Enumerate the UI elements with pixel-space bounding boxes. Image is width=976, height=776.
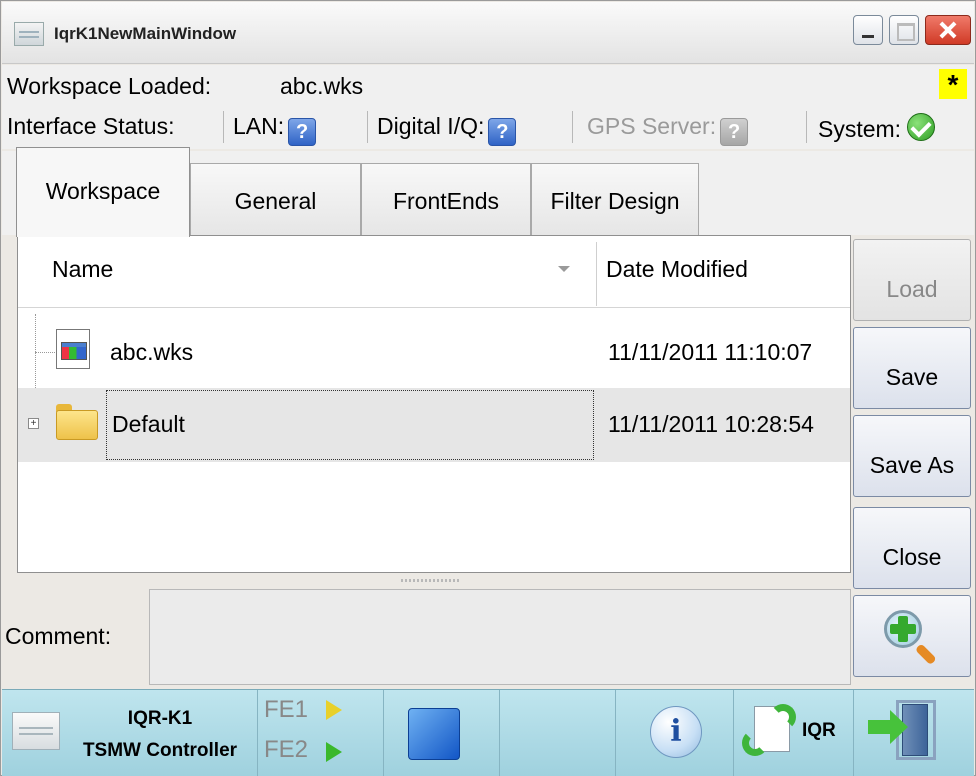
- tab-frontends[interactable]: FrontEnds: [361, 163, 531, 235]
- interface-status-row: Interface Status: LAN:? Digital I/Q:? GP…: [2, 105, 974, 149]
- minimize-button[interactable]: [853, 15, 883, 45]
- divider: [572, 111, 573, 143]
- system-status: System:: [818, 113, 936, 143]
- column-header-name[interactable]: Name: [52, 256, 113, 283]
- column-divider[interactable]: [596, 242, 597, 306]
- stop-button[interactable]: [384, 690, 500, 776]
- lan-unknown-icon: ?: [288, 118, 317, 146]
- list-header: Name Date Modified: [18, 236, 850, 308]
- info-button[interactable]: i: [616, 690, 734, 776]
- controller-title: IQR-K1: [127, 708, 193, 729]
- list-item-date: 11/11/2011 11:10:07: [608, 339, 813, 365]
- comment-field[interactable]: [149, 589, 851, 685]
- list-item-date: 11/11/2011 10:28:54: [608, 411, 814, 437]
- exit-button[interactable]: [854, 690, 974, 776]
- bottom-toolbar: IQR-K1 TSMW Controller FE1 FE2 i IQR: [2, 689, 974, 776]
- modified-marker: *: [939, 69, 967, 100]
- controller-button[interactable]: IQR-K1 TSMW Controller: [2, 690, 258, 776]
- digital-iq-unknown-icon: ?: [488, 118, 517, 146]
- fe2-play-icon: [326, 742, 342, 762]
- checkmark-ok-icon: [907, 113, 936, 141]
- stop-icon: [408, 708, 460, 760]
- frontend-status: FE1 FE2: [258, 690, 384, 776]
- refresh-document-icon: [742, 702, 798, 762]
- workspace-file-list[interactable]: Name Date Modified abc.wks 11/11/2011 11…: [17, 235, 851, 573]
- divider: [223, 111, 224, 143]
- tab-bar: Workspace General FrontEnds Filter Desig…: [2, 147, 974, 237]
- zoom-button[interactable]: [853, 595, 971, 677]
- expand-plus-icon[interactable]: +: [28, 418, 39, 429]
- workspace-loaded-label: Workspace Loaded:: [7, 73, 212, 99]
- interface-status-label: Interface Status:: [7, 113, 175, 139]
- gps-server-label: GPS Server:: [587, 113, 717, 139]
- tab-workspace[interactable]: Workspace: [16, 147, 190, 237]
- list-item[interactable]: + Default 11/11/2011 10:28:54: [18, 388, 850, 462]
- splitter-grip[interactable]: [401, 579, 461, 582]
- system-label: System:: [818, 116, 902, 142]
- workspace-loaded-value: abc.wks: [280, 73, 364, 99]
- sort-arrow-icon: [558, 266, 570, 272]
- digital-iq-label: Digital I/Q:: [377, 113, 485, 139]
- controller-subtitle: TSMW Controller: [82, 740, 238, 761]
- exit-arrow-icon: [868, 710, 908, 744]
- app-icon: [14, 22, 44, 46]
- tab-general[interactable]: General: [190, 163, 361, 235]
- main-window: IqrK1NewMainWindow Workspace Loaded: abc…: [0, 0, 976, 776]
- empty-toolbar-slot: [500, 690, 616, 776]
- info-icon: i: [650, 706, 702, 758]
- folder-icon: [56, 404, 98, 440]
- iqr-label: IQR: [802, 720, 836, 741]
- lan-status: LAN:?: [233, 113, 317, 146]
- gps-server-unknown-icon: ?: [720, 118, 749, 146]
- list-item-name: abc.wks: [110, 339, 194, 365]
- divider: [367, 111, 368, 143]
- tab-filter-design[interactable]: Filter Design: [531, 163, 699, 235]
- list-item[interactable]: abc.wks 11/11/2011 11:10:07: [18, 316, 850, 390]
- zoom-in-icon: [884, 610, 937, 666]
- divider: [806, 111, 807, 143]
- iqr-convert-button[interactable]: IQR: [734, 690, 854, 776]
- column-header-date-modified[interactable]: Date Modified: [606, 256, 748, 283]
- title-bar[interactable]: IqrK1NewMainWindow: [2, 2, 974, 64]
- comment-label: Comment:: [5, 623, 112, 649]
- load-button[interactable]: Load: [853, 239, 971, 321]
- fe2-label: FE2: [264, 736, 309, 763]
- fe1-play-icon: [326, 700, 342, 720]
- save-button[interactable]: Save: [853, 327, 971, 409]
- workspace-file-icon: [56, 329, 90, 369]
- list-item-name: Default: [112, 411, 185, 437]
- close-window-button[interactable]: [925, 15, 971, 45]
- save-as-button[interactable]: Save As: [853, 415, 971, 497]
- close-button[interactable]: Close: [853, 507, 971, 589]
- gps-server-status: GPS Server:?: [587, 113, 749, 146]
- digital-iq-status: Digital I/Q:?: [377, 113, 517, 146]
- workspace-loaded-row: Workspace Loaded: abc.wks *: [2, 65, 974, 105]
- maximize-button[interactable]: [889, 15, 919, 45]
- window-title: IqrK1NewMainWindow: [54, 24, 237, 43]
- lan-label: LAN:: [233, 113, 285, 139]
- fe1-label: FE1: [264, 696, 309, 723]
